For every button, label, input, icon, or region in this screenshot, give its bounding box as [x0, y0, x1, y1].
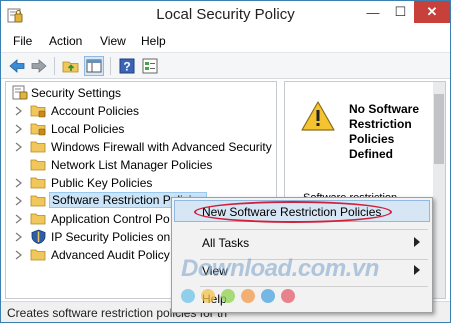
properties-icon[interactable]	[140, 56, 160, 76]
menu-item-all-tasks[interactable]: All Tasks	[172, 232, 432, 254]
title-bar: Local Security Policy — ☐ ✕	[1, 1, 450, 31]
folder-icon	[30, 213, 46, 225]
local-security-policy-window: Local Security Policy — ☐ ✕ File Action …	[0, 0, 451, 323]
tree-item-label: Application Control Po	[51, 212, 170, 226]
folder-icon	[30, 177, 46, 189]
vertical-scrollbar[interactable]	[433, 82, 445, 298]
expand-arrow-icon[interactable]	[15, 214, 23, 224]
folder-icon	[30, 141, 46, 153]
tree-item-label: Account Policies	[51, 104, 140, 118]
tree-root-security-settings[interactable]: Security Settings	[6, 84, 276, 102]
menu-item-help[interactable]: Help	[172, 288, 432, 310]
folder-icon	[30, 195, 46, 207]
tree-item-local-policies[interactable]: Local Policies	[6, 120, 276, 138]
back-icon[interactable]	[7, 56, 27, 76]
folder-lock-icon	[30, 105, 46, 118]
no-policies-heading: No Software Restriction Policies Defined	[349, 102, 420, 161]
submenu-arrow-icon	[414, 237, 420, 247]
tree-root-label: Security Settings	[31, 86, 122, 100]
menu-separator	[200, 286, 428, 287]
tree-item-label: Network List Manager Policies	[51, 158, 213, 172]
tree-item-windows-firewall[interactable]: Windows Firewall with Advanced Security	[6, 138, 276, 156]
expand-arrow-icon[interactable]	[15, 124, 23, 134]
expand-arrow-icon[interactable]	[15, 178, 23, 188]
tree-item-label: Windows Firewall with Advanced Security	[51, 140, 272, 154]
menu-item-label: Help	[202, 292, 227, 306]
expand-arrow-icon[interactable]	[15, 142, 23, 152]
warning-icon	[301, 101, 335, 131]
expand-arrow-icon[interactable]	[15, 250, 23, 260]
menu-item-view[interactable]: View	[172, 260, 432, 282]
maximize-button[interactable]: ☐	[387, 1, 414, 23]
toolbar: ?	[1, 52, 450, 79]
tree-item-label: Advanced Audit Policy	[51, 248, 170, 262]
expand-arrow-icon[interactable]	[15, 196, 23, 206]
menu-help[interactable]: Help	[141, 34, 166, 48]
menu-separator	[200, 229, 428, 230]
menu-item-label: All Tasks	[202, 236, 250, 250]
menu-file[interactable]: File	[13, 34, 32, 48]
up-folder-icon[interactable]	[61, 56, 81, 76]
folder-lock-icon	[30, 123, 46, 136]
tree-item-label: Public Key Policies	[51, 176, 153, 190]
security-settings-icon	[12, 85, 28, 100]
tree-item-network-list-manager[interactable]: Network List Manager Policies	[6, 156, 276, 174]
menu-view[interactable]: View	[100, 34, 126, 48]
minimize-button[interactable]: —	[359, 1, 387, 23]
folder-icon	[30, 159, 46, 171]
context-menu: New Software Restriction Policies All Ta…	[171, 197, 433, 313]
menu-action[interactable]: Action	[49, 34, 82, 48]
show-hide-tree-icon[interactable]	[84, 56, 104, 76]
submenu-arrow-icon	[414, 265, 420, 275]
folder-icon	[30, 249, 46, 261]
expand-arrow-icon[interactable]	[15, 106, 23, 116]
highlight-ring	[194, 201, 392, 223]
close-button[interactable]: ✕	[414, 1, 450, 23]
tree-item-account-policies[interactable]: Account Policies	[6, 102, 276, 120]
menu-item-label: View	[202, 264, 228, 278]
forward-icon[interactable]	[29, 56, 49, 76]
tree-item-label: Local Policies	[51, 122, 125, 136]
scrollbar-thumb[interactable]	[434, 94, 444, 164]
tree-item-public-key-policies[interactable]: Public Key Policies	[6, 174, 276, 192]
expand-arrow-icon[interactable]	[15, 232, 23, 242]
help-icon[interactable]: ?	[117, 56, 137, 76]
menu-bar: File Action View Help	[1, 31, 450, 51]
svg-text:?: ?	[123, 60, 130, 74]
tree-item-label: IP Security Policies on	[51, 230, 171, 244]
shield-icon	[31, 229, 46, 244]
